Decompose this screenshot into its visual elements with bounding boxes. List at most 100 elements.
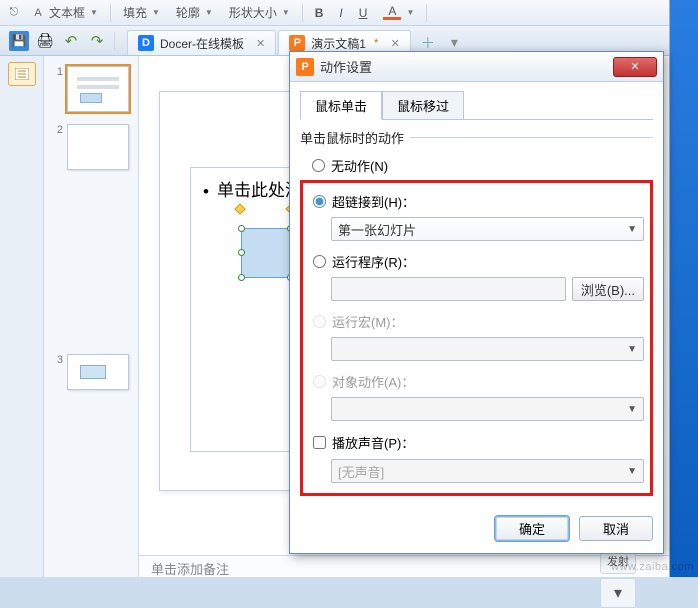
font-color-button[interactable]: A ▼ <box>383 6 414 20</box>
highlight-frame: 超链接到(H)： 第一张幻灯片 ▼ 运行程序(R)： 浏览(B)... 运行宏(… <box>300 180 653 496</box>
radio-hyperlink[interactable] <box>313 195 326 208</box>
redo-button[interactable]: ↷ <box>84 29 110 53</box>
option-label: 运行程序(R)： <box>332 252 415 271</box>
save-icon: 💾 <box>9 31 29 51</box>
outline-view-button[interactable] <box>8 62 36 86</box>
option-label: 对象动作(A)： <box>332 372 414 391</box>
close-icon: ✕ <box>630 60 639 73</box>
app-icon: P <box>296 58 314 76</box>
group-text: 单击鼠标时的动作 <box>300 128 404 147</box>
radio-run-program[interactable] <box>313 255 326 268</box>
textbox-menu[interactable]: A 文本框 ▼ <box>30 4 98 21</box>
anchor-icon: ⎋ <box>6 5 22 21</box>
chevron-down-icon: ▾ <box>614 583 622 603</box>
slide-thumbnail-panel: 1 2 3 <box>44 56 139 577</box>
desktop-bg <box>670 0 698 577</box>
cancel-button[interactable]: 取消 <box>579 516 653 541</box>
dialog-tabs: 鼠标单击 鼠标移过 <box>300 90 653 120</box>
nav-down-button[interactable]: ▾ <box>600 578 636 608</box>
resize-handle[interactable] <box>238 225 245 232</box>
separator <box>426 4 427 22</box>
shape-size-label: 形状大小 <box>229 4 277 21</box>
radio-none[interactable] <box>312 159 325 172</box>
notes-text: 单击添加备注 <box>151 562 229 577</box>
option-label: 运行宏(M)： <box>332 312 404 331</box>
italic-button[interactable]: I <box>339 6 342 20</box>
run-program-row: 浏览(B)... <box>331 277 644 301</box>
macro-combo: ▼ <box>331 337 644 361</box>
checkbox-label: 播放声音(P)： <box>332 433 414 452</box>
bullet-icon: • <box>203 182 209 202</box>
tab-docer[interactable]: D Docer-在线模板 ✕ <box>127 30 276 55</box>
ok-button[interactable]: 确定 <box>495 516 569 541</box>
option-object-action: 对象动作(A)： <box>309 369 644 394</box>
group-label: 单击鼠标时的动作 <box>300 128 653 147</box>
tab-label: 鼠标移过 <box>397 99 449 114</box>
chevron-down-icon: ▼ <box>205 8 213 17</box>
run-program-input[interactable] <box>331 277 566 301</box>
slide-grid-icon <box>15 68 29 80</box>
print-button[interactable]: 🖨 <box>32 29 58 53</box>
tab-mouse-hover[interactable]: 鼠标移过 <box>382 91 464 120</box>
view-switcher-rail <box>0 56 44 577</box>
option-hyperlink[interactable]: 超链接到(H)： <box>309 189 644 214</box>
chevron-down-icon: ▼ <box>152 8 160 17</box>
action-settings-dialog: P 动作设置 ✕ 鼠标单击 鼠标移过 单击鼠标时的动作 无动作(N) 超链接到( <box>289 51 664 554</box>
textbox-label: 文本框 <box>49 4 85 21</box>
close-button[interactable]: ✕ <box>613 57 657 77</box>
hyperlink-combo[interactable]: 第一张幻灯片 ▼ <box>331 217 644 241</box>
outline-menu[interactable]: 轮廓 ▼ <box>176 4 213 21</box>
undo-icon: ↶ <box>65 32 78 50</box>
option-none[interactable]: 无动作(N) <box>300 153 653 178</box>
resize-handle[interactable] <box>238 274 245 281</box>
tab-mouse-click[interactable]: 鼠标单击 <box>300 91 382 120</box>
chevron-down-icon: ▼ <box>406 8 414 17</box>
option-run-program[interactable]: 运行程序(R)： <box>309 249 644 274</box>
ribbon-bar: ⎋ A 文本框 ▼ 填充 ▼ 轮廓 ▼ 形状大小 ▼ B I U A ▼ <box>0 0 669 26</box>
tab-label: 鼠标单击 <box>315 99 367 114</box>
chevron-down-icon: ▼ <box>627 344 637 355</box>
slide-number: 2 <box>53 124 63 136</box>
dialog-title: 动作设置 <box>320 57 372 76</box>
adjust-handle[interactable] <box>234 203 245 214</box>
dialog-body: 鼠标单击 鼠标移过 单击鼠标时的动作 无动作(N) 超链接到(H)： 第一张幻灯… <box>290 82 663 506</box>
separator <box>302 4 303 22</box>
notes-placeholder[interactable]: 单击添加备注 <box>139 555 669 577</box>
undo-button[interactable]: ↶ <box>58 29 84 53</box>
chevron-down-icon: ▼ <box>627 404 637 415</box>
option-label: 超链接到(H)： <box>332 192 415 211</box>
shape-size-menu[interactable]: 形状大小 ▼ <box>229 4 290 21</box>
underline-button[interactable]: U <box>359 6 368 20</box>
outline-label: 轮廓 <box>176 4 200 21</box>
option-run-macro: 运行宏(M)： <box>309 309 644 334</box>
save-button[interactable]: 💾 <box>6 29 32 53</box>
browse-button[interactable]: 浏览(B)... <box>572 277 644 301</box>
play-sound-row[interactable]: 播放声音(P)： <box>309 429 644 456</box>
chevron-down-icon: ▼ <box>627 224 637 235</box>
play-sound-checkbox[interactable] <box>313 436 326 449</box>
option-label: 无动作(N) <box>331 156 388 175</box>
tab-label: Docer-在线模板 <box>160 35 244 52</box>
slide-thumb[interactable] <box>67 124 129 170</box>
color-swatch <box>383 17 401 20</box>
slide-number: 3 <box>53 354 63 366</box>
radio-run-macro <box>313 315 326 328</box>
sound-combo: [无声音] ▼ <box>331 459 644 483</box>
close-icon[interactable]: ✕ <box>391 37 400 50</box>
resize-handle[interactable] <box>238 249 245 256</box>
redo-icon: ↷ <box>91 32 104 50</box>
chevron-down-icon: ▼ <box>282 8 290 17</box>
combo-value: 第一张幻灯片 <box>338 220 416 239</box>
slide-thumb[interactable] <box>67 354 129 390</box>
radio-object-action <box>313 375 326 388</box>
presentation-icon: P <box>289 35 305 51</box>
close-icon[interactable]: ✕ <box>256 37 265 50</box>
dialog-titlebar[interactable]: P 动作设置 ✕ <box>290 52 663 82</box>
fill-label: 填充 <box>123 4 147 21</box>
bold-button[interactable]: B <box>315 6 324 20</box>
watermark: www.zaiba.com <box>611 561 694 573</box>
slide-thumb[interactable] <box>67 66 129 112</box>
combo-value: [无声音] <box>338 462 384 481</box>
rule <box>410 137 653 138</box>
fill-menu[interactable]: 填充 ▼ <box>123 4 160 21</box>
